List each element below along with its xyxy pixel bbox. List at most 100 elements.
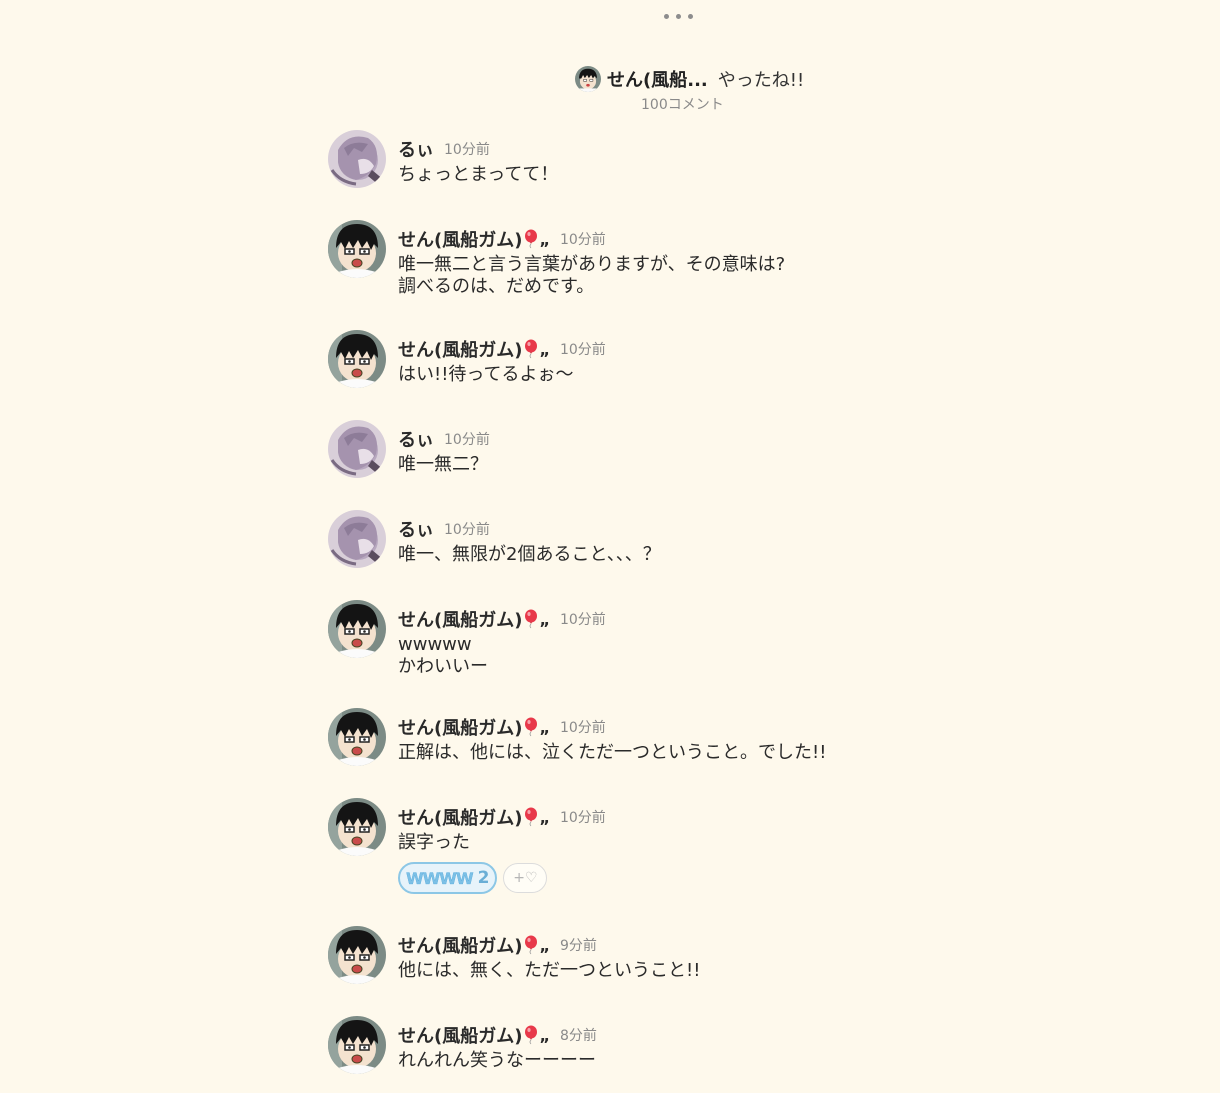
balloon-icon	[525, 1025, 538, 1045]
comment-timestamp: 10分前	[559, 342, 606, 358]
reaction-bar: WWWW 2 +♡	[398, 862, 606, 894]
sen-avatar[interactable]	[328, 926, 386, 984]
rui-avatar[interactable]	[328, 420, 386, 478]
thread-title: やったね!!	[717, 70, 805, 91]
sen-avatar[interactable]	[328, 708, 386, 766]
comment-body: せん(風船ガム) „ 9分前 他には、無く、ただ一つということ!!	[398, 926, 700, 984]
comment-item: せん(風船ガム) „ 10分前 はい!!待ってるよぉ〜	[328, 330, 888, 388]
dot	[688, 14, 693, 19]
comment-author[interactable]: せん(風船ガム)	[398, 606, 522, 632]
comment-body: せん(風船ガム) „ 10分前 wwwww かわいいー	[398, 600, 606, 678]
comment-item: るぃ 10分前 ちょっとまってて！	[328, 130, 888, 188]
dot	[676, 14, 681, 19]
comment-author[interactable]: るぃ	[398, 516, 434, 542]
comment-timestamp: 10分前	[559, 612, 606, 628]
balloon-icon	[525, 609, 538, 629]
badge-suffix: „	[539, 609, 550, 629]
comment-text: 正解は、他には、泣くただ一つということ。でした!!	[398, 742, 827, 763]
comment-author[interactable]: るぃ	[398, 136, 434, 162]
reaction-stamp-label: WWWW	[406, 868, 474, 888]
sen-avatar[interactable]	[328, 798, 386, 856]
comment-body: せん(風船ガム) „ 10分前 正解は、他には、泣くただ一つということ。でした!…	[398, 708, 826, 766]
comment-text: wwwww かわいいー	[398, 634, 488, 677]
comment-text: はい!!待ってるよぉ〜	[398, 364, 574, 385]
comment-text: 他には、無く、ただ一つということ!!	[398, 960, 701, 981]
thread-author-avatar[interactable]	[575, 66, 601, 92]
comment-thread-page: せん(風船... やったね!! 100コメント るぃ 10分前 ちょっとまってて…	[0, 0, 1220, 1093]
comment-timestamp: 10分前	[444, 432, 490, 448]
reaction-count: 2	[477, 868, 490, 888]
comment-text: れんれん笑うなーーーー	[398, 1050, 596, 1071]
comment-meta: せん(風船ガム) „ 9分前	[398, 932, 700, 958]
comment-item: せん(風船ガム) „ 10分前 wwwww かわいいー	[328, 600, 888, 678]
comment-body: せん(風船ガム) „ 10分前 はい!!待ってるよぉ〜	[398, 330, 606, 388]
comment-body: せん(風船ガム) „ 10分前 唯一無二と言う言葉がありますが、その意味は? 調…	[398, 220, 785, 298]
sen-avatar[interactable]	[328, 600, 386, 658]
comment-item: せん(風船ガム) „ 9分前 他には、無く、ただ一つということ!!	[328, 926, 888, 984]
badge-suffix: „	[539, 229, 550, 249]
balloon-icon	[525, 807, 538, 827]
comment-body: るぃ 10分前 唯一無二？	[398, 420, 490, 478]
badge-suffix: „	[539, 339, 550, 359]
more-menu-icon[interactable]	[664, 14, 693, 19]
comment-author[interactable]: せん(風船ガム)	[398, 714, 522, 740]
comment-author[interactable]: せん(風船ガム)	[398, 804, 522, 830]
dot	[664, 14, 669, 19]
comment-author[interactable]: せん(風船ガム)	[398, 336, 522, 362]
comment-text: 誤字った	[398, 832, 470, 853]
sen-avatar[interactable]	[328, 220, 386, 278]
thread-author-name[interactable]: せん(風船...	[607, 66, 708, 92]
thread-header: せん(風船... やったね!! 100コメント	[575, 64, 815, 114]
balloon-icon	[525, 229, 538, 249]
badge-suffix: „	[539, 935, 550, 955]
comment-meta: るぃ 10分前	[398, 516, 661, 542]
sen-avatar[interactable]	[328, 1016, 386, 1074]
comment-text: 唯一無二と言う言葉がありますが、その意味は? 調べるのは、だめです。	[398, 254, 786, 297]
badge-suffix: „	[539, 807, 550, 827]
comment-body: せん(風船ガム) „ 8分前 れんれん笑うなーーーー	[398, 1016, 597, 1074]
comment-count[interactable]: 100コメント	[641, 94, 815, 114]
comment-meta: せん(風船ガム) „ 10分前	[398, 804, 606, 830]
add-reaction-button[interactable]: +♡	[503, 863, 548, 893]
comment-timestamp: 10分前	[559, 232, 606, 248]
sen-avatar[interactable]	[328, 330, 386, 388]
rui-avatar[interactable]	[328, 130, 386, 188]
comment-body: るぃ 10分前 ちょっとまってて！	[398, 130, 558, 188]
comment-item: せん(風船ガム) „ 10分前 唯一無二と言う言葉がありますが、その意味は? 調…	[328, 220, 888, 298]
comment-author[interactable]: せん(風船ガム)	[398, 1022, 522, 1048]
comment-timestamp: 10分前	[559, 720, 606, 736]
comment-author[interactable]: るぃ	[398, 426, 434, 452]
balloon-icon	[525, 339, 538, 359]
comment-timestamp: 10分前	[559, 810, 606, 826]
heart-plus-icon: +♡	[513, 870, 538, 886]
comment-author[interactable]: せん(風船ガム)	[398, 226, 522, 252]
comment-text: 唯一、無限が2個あること、、、？	[398, 544, 661, 565]
comment-text: ちょっとまってて！	[398, 164, 559, 185]
comment-timestamp: 10分前	[444, 142, 490, 158]
comment-timestamp: 10分前	[444, 522, 490, 538]
comment-meta: せん(風船ガム) „ 10分前	[398, 714, 826, 740]
comment-meta: せん(風船ガム) „ 8分前	[398, 1022, 597, 1048]
comment-item: せん(風船ガム) „ 8分前 れんれん笑うなーーーー	[328, 1016, 888, 1074]
comment-body: るぃ 10分前 唯一、無限が2個あること、、、？	[398, 510, 661, 568]
reaction-stamp-button[interactable]: WWWW 2	[398, 862, 498, 894]
balloon-icon	[525, 717, 538, 737]
badge-suffix: „	[539, 717, 550, 737]
badge-suffix: „	[539, 1025, 550, 1045]
comment-meta: るぃ 10分前	[398, 136, 558, 162]
comment-author[interactable]: せん(風船ガム)	[398, 932, 522, 958]
comment-meta: せん(風船ガム) „ 10分前	[398, 336, 606, 362]
comment-timestamp: 9分前	[559, 938, 597, 954]
comment-meta: るぃ 10分前	[398, 426, 490, 452]
balloon-icon	[525, 935, 538, 955]
rui-avatar[interactable]	[328, 510, 386, 568]
comment-item: せん(風船ガム) „ 10分前 誤字った WWWW 2 +♡	[328, 798, 888, 894]
comment-meta: せん(風船ガム) „ 10分前	[398, 226, 785, 252]
comment-item: るぃ 10分前 唯一無二？	[328, 420, 888, 478]
comment-item: るぃ 10分前 唯一、無限が2個あること、、、？	[328, 510, 888, 568]
comment-item: せん(風船ガム) „ 10分前 正解は、他には、泣くただ一つということ。でした!…	[328, 708, 888, 766]
comment-timestamp: 8分前	[559, 1028, 597, 1044]
comment-meta: せん(風船ガム) „ 10分前	[398, 606, 606, 632]
comment-text: 唯一無二？	[398, 454, 488, 475]
comment-body: せん(風船ガム) „ 10分前 誤字った WWWW 2 +♡	[398, 798, 606, 894]
